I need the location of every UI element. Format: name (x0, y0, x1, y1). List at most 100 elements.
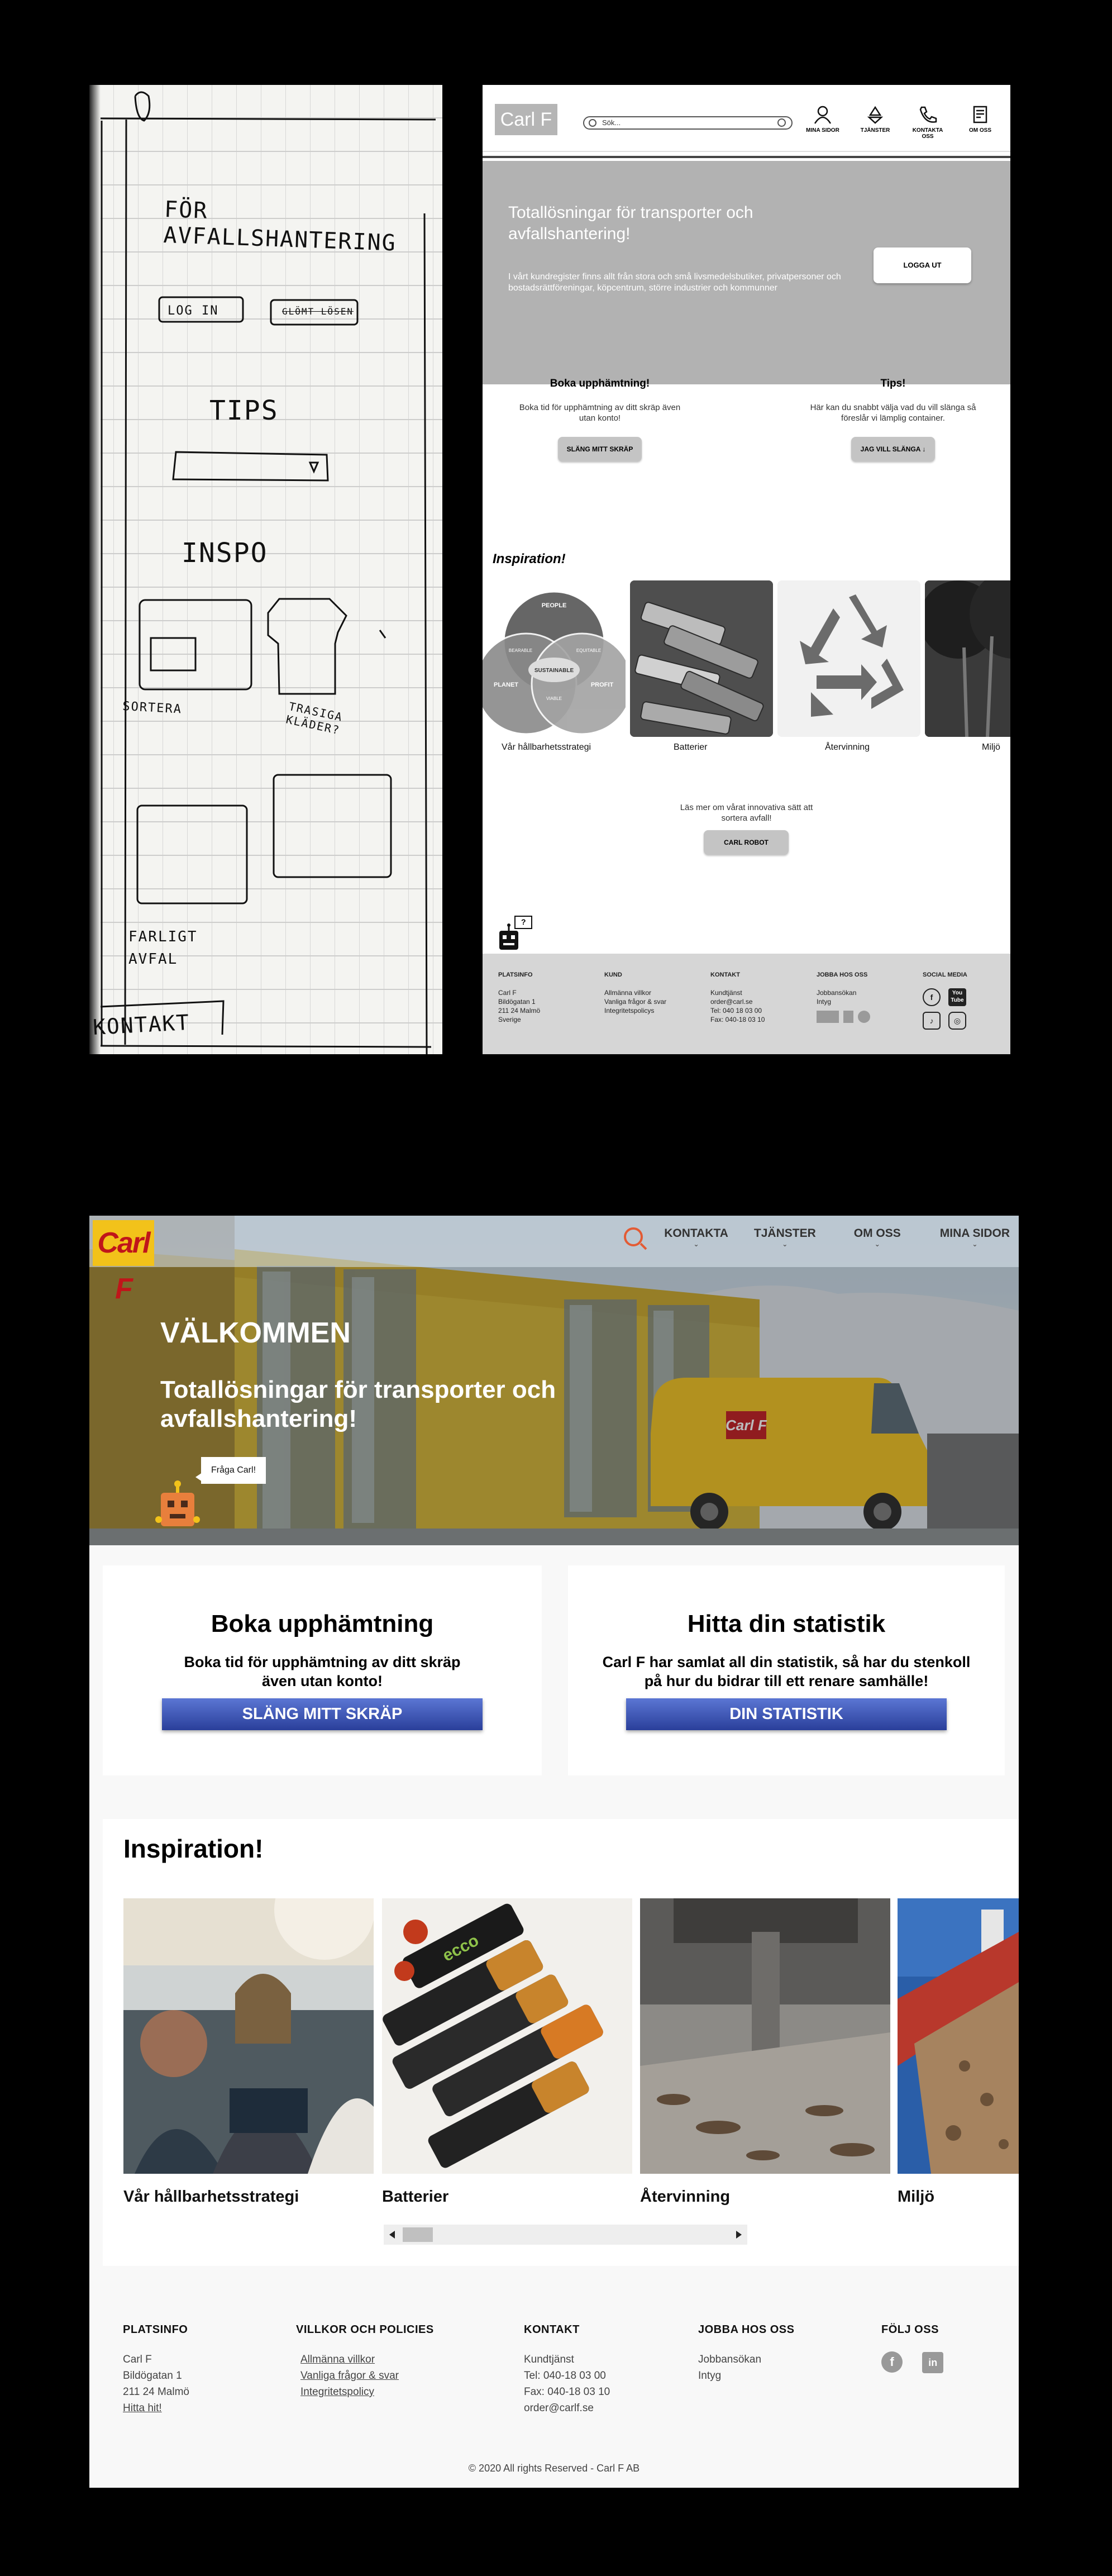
wf-nav-tjanster[interactable]: TJÄNSTER (857, 105, 893, 140)
wf-nav-mina-sidor[interactable]: MINA SIDOR (805, 105, 841, 140)
wf-nav-om-oss[interactable]: OM OSS (962, 105, 998, 140)
wf-footer-link[interactable]: Integritetspolicys (604, 1006, 666, 1015)
wf-card-venn[interactable]: PEOPLE PLANET PROFIT SUSTAINABLE BEARABL… (483, 580, 626, 737)
m-nav-kontakta[interactable]: KONTAKTA ⌄ (664, 1227, 728, 1247)
wf-footer-link[interactable]: Vanliga frågor & svar (604, 997, 666, 1006)
instagram-icon[interactable]: ◎ (948, 1012, 966, 1030)
allmanna-villkor-link[interactable]: Allmänna villkor (300, 2351, 434, 2368)
wf-footer-heading: JOBBA HOS OSS (817, 972, 868, 978)
wf-card-label[interactable]: Återvinning (825, 742, 870, 753)
wf-nav-kontakta-oss[interactable]: KONTAKTA OSS (910, 105, 946, 140)
robot-icon (499, 916, 532, 950)
m-copyright: © 2020 All rights Reserved - Carl F AB (468, 2463, 640, 2474)
logout-button[interactable]: LOGGA UT (874, 247, 971, 283)
wf-hero-text: I vårt kundregister finns allt från stor… (508, 272, 841, 293)
m-footer-kontakt: KONTAKT Kundtjänst Tel: 040-18 03 00 Fax… (524, 2322, 610, 2416)
m-footer-heading: KONTAKT (524, 2323, 580, 2336)
battery-photo (630, 580, 773, 737)
wf-footer-link[interactable]: order@carl.se (710, 997, 765, 1006)
m-footer-line: Carl F (123, 2354, 152, 2365)
wf-tips-title: Tips! (880, 378, 906, 389)
sketch-farligt: FARLIGT AVFAL (128, 928, 198, 968)
m-card-label[interactable]: Batterier (382, 2188, 448, 2206)
m-nav-label: OM OSS (853, 1227, 901, 1240)
carousel-scrollbar[interactable] (384, 2225, 747, 2245)
m-card-label[interactable]: Miljö (898, 2188, 934, 2206)
m-footer-heading: FÖLJ OSS (881, 2323, 939, 2336)
m-footer-email[interactable]: order@carlf.se (524, 2400, 610, 2416)
m-card-label[interactable]: Återvinning (640, 2188, 730, 2206)
wf-robot-widget[interactable]: ? (493, 915, 537, 954)
arrow-left-icon[interactable] (389, 2231, 395, 2239)
wf-card-atervinning[interactable] (777, 580, 920, 737)
wf-footer: PLATSINFO Carl F Bildögatan 1 211 24 Mal… (483, 954, 1010, 1054)
din-statistik-button[interactable]: DIN STATISTIK (626, 1698, 947, 1730)
m-footer-line: Fax: 040-18 03 10 (524, 2386, 610, 2398)
search-icon[interactable] (624, 1227, 643, 1246)
m-footer-villkor: VILLKOR OCH POLICIES Allmänna villkor Va… (296, 2322, 434, 2400)
wf-footer-line: Bildögatan 1 (498, 998, 536, 1006)
m-nav-mina-sidor[interactable]: MINA SIDOR ⌄ (940, 1227, 1010, 1247)
m-card-label[interactable]: Vår hållbarhetsstrategi (123, 2188, 299, 2206)
jobbansokan-link[interactable]: Jobbansökan (698, 2351, 794, 2368)
facebook-icon[interactable]: f (923, 988, 941, 1006)
wf-logo[interactable]: Carl F (495, 104, 557, 135)
wf-jag-vill-slanga-button[interactable]: JAG VILL SLÄNGA ↓ (851, 437, 935, 461)
wireframe-panel: Carl F Sök... MINA SIDOR TJÄNSTER KONTAK… (483, 85, 1010, 1054)
wf-search-input[interactable]: Sök... (583, 116, 793, 130)
robot-icon (155, 1480, 200, 1526)
m-card-atervinning[interactable] (640, 1898, 890, 2174)
forest-photo (925, 580, 1010, 737)
integritetspolicy-link[interactable]: Integritetspolicy (300, 2384, 434, 2400)
chevron-down-icon: ⌄ (782, 1240, 788, 1248)
linkedin-icon[interactable]: in (922, 2352, 944, 2373)
wf-footer-link[interactable]: Jobbansökan (817, 988, 870, 997)
carl-robot-button[interactable]: CARL ROBOT (704, 830, 789, 855)
tiktok-icon[interactable]: ♪ (923, 1012, 941, 1030)
wf-slang-button[interactable]: SLÄNG MITT SKRÄP (558, 437, 642, 461)
intyg-link[interactable]: Intyg (698, 2368, 794, 2384)
hitta-hit-link[interactable]: Hitta hit! (123, 2400, 189, 2416)
m-footer-platsinfo: PLATSINFO Carl F Bildögatan 1 211 24 Mal… (123, 2322, 189, 2416)
venn-viable: VIABLE (546, 696, 562, 701)
wf-robot-text-line: Läs mer om vårat innovativa sätt att sor… (680, 803, 813, 823)
youtube-icon[interactable]: You Tube (948, 988, 966, 1006)
m-card-hallbarhet[interactable] (123, 1898, 374, 2174)
wf-card-label[interactable]: Miljö (982, 742, 1000, 753)
wf-card-label[interactable]: Batterier (674, 742, 707, 753)
wf-card-label[interactable]: Vår hållbarhetsstrategi (502, 742, 591, 753)
wf-footer-heading: PLATSINFO (498, 972, 533, 978)
sketch-inspo: INSPO (182, 537, 268, 569)
arrow-right-icon[interactable] (736, 2231, 742, 2239)
wf-booking-title: Boka upphämtning! (550, 378, 650, 389)
vanliga-fragor-link[interactable]: Vanliga frågor & svar (300, 2368, 434, 2384)
facebook-icon[interactable]: f (881, 2351, 903, 2373)
wf-search-placeholder: Sök... (602, 118, 621, 127)
m-footer: PLATSINFO Carl F Bildögatan 1 211 24 Mal… (89, 2283, 1019, 2488)
mockup-panel: Carl F Carl F KONTAKTA ⌄ TJÄNSTER ⌄ OM OSS… (89, 1216, 1019, 2488)
recycle-icon (867, 106, 884, 124)
venn-equitable: EQUITABLE (576, 648, 601, 653)
wf-footer-link[interactable]: Allmänna villkor (604, 988, 666, 997)
m-chat-bubble[interactable]: Fråga Carl! (195, 1457, 266, 1484)
m-robot-widget[interactable] (155, 1478, 200, 1529)
battery-photo: ecco (382, 1898, 632, 2174)
wf-footer-line: Kundtjänst (710, 989, 742, 997)
scrollbar-thumb[interactable] (403, 2227, 433, 2242)
slang-mitt-skrap-button[interactable]: SLÄNG MITT SKRÄP (162, 1698, 483, 1730)
wf-nav-label: TJÄNSTER (860, 127, 890, 134)
m-card-miljo[interactable] (898, 1898, 1019, 2174)
wf-robot-text: Läs mer om vårat innovativa sätt att sor… (483, 802, 1010, 823)
phone-icon (919, 106, 937, 123)
m-nav-tjanster[interactable]: TJÄNSTER ⌄ (754, 1227, 816, 1247)
m-logo[interactable]: Carl F (93, 1220, 154, 1305)
m-card-batterier[interactable]: ecco (382, 1898, 632, 2174)
wf-card-batterier[interactable] (630, 580, 773, 737)
m-footer-heading: JOBBA HOS OSS (698, 2323, 795, 2336)
wf-footer-link[interactable]: Intyg (817, 997, 870, 1006)
m-nav-om-oss[interactable]: OM OSS ⌄ (854, 1227, 901, 1247)
search-submit-icon[interactable] (777, 118, 786, 127)
wf-card-miljo[interactable] (925, 580, 1010, 737)
wf-footer-platsinfo: PLATSINFO Carl F Bildögatan 1 211 24 Mal… (498, 970, 540, 1024)
wf-footer-heading: KUND (604, 972, 622, 978)
